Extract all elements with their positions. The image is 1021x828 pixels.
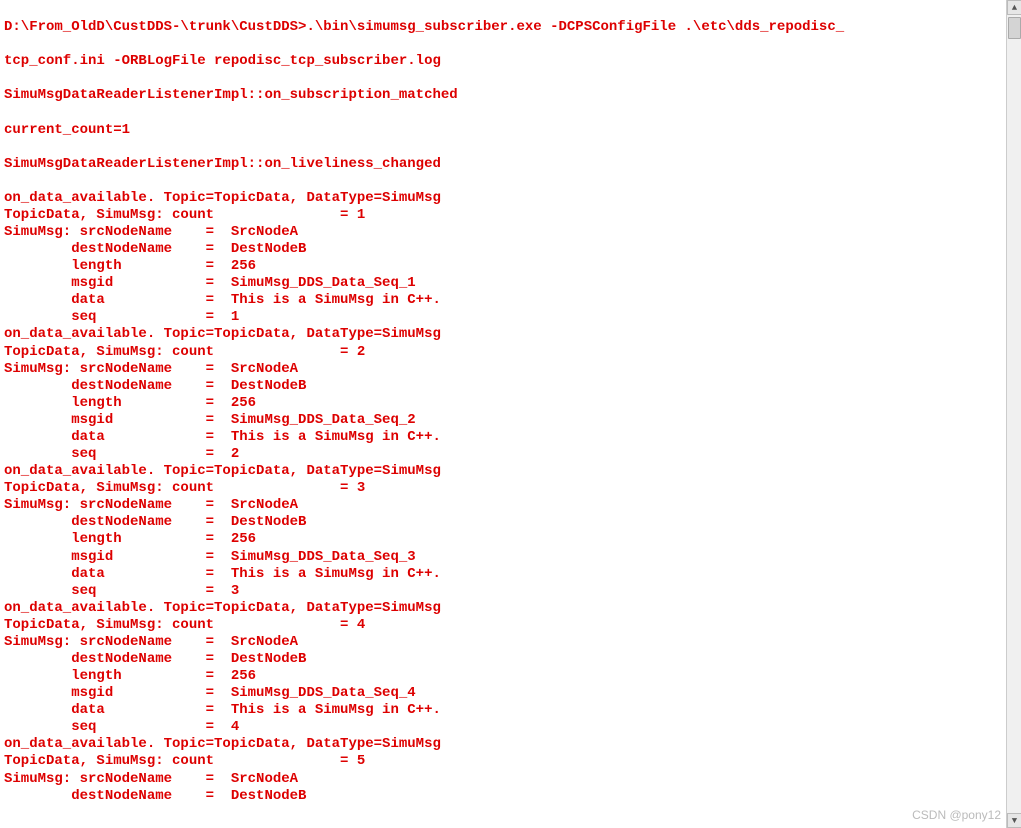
- vertical-scrollbar[interactable]: ▲ ▼: [1006, 0, 1021, 828]
- msg-data: data = This is a SimuMsg in C++.: [4, 292, 1002, 309]
- msg-dest: destNodeName = DestNodeB: [4, 651, 1002, 668]
- msg-data: data = This is a SimuMsg in C++.: [4, 429, 1002, 446]
- msg-msgid: msgid = SimuMsg_DDS_Data_Seq_1: [4, 275, 1002, 292]
- on-data-available: on_data_available. Topic=TopicData, Data…: [4, 600, 1002, 617]
- scroll-up-arrow-icon[interactable]: ▲: [1007, 0, 1021, 15]
- msg-src: SimuMsg: srcNodeName = SrcNodeA: [4, 497, 1002, 514]
- msg-length: length = 256: [4, 668, 1002, 685]
- topic-count: TopicData, SimuMsg: count = 2: [4, 344, 1002, 361]
- topic-count: TopicData, SimuMsg: count = 3: [4, 480, 1002, 497]
- topic-count: TopicData, SimuMsg: count = 4: [4, 617, 1002, 634]
- command-part-1: .\bin\simumsg_subscriber.exe -DCPSConfig…: [306, 19, 844, 35]
- msg-src: SimuMsg: srcNodeName = SrcNodeA: [4, 771, 1002, 788]
- msg-src: SimuMsg: srcNodeName = SrcNodeA: [4, 634, 1002, 651]
- topic-count: TopicData, SimuMsg: count = 1: [4, 207, 1002, 224]
- scroll-down-arrow-icon[interactable]: ▼: [1007, 813, 1021, 828]
- scrollbar-thumb[interactable]: [1008, 17, 1021, 39]
- msg-length: length = 256: [4, 258, 1002, 275]
- msg-seq: seq = 1: [4, 309, 1002, 326]
- topic-count: TopicData, SimuMsg: count = 5: [4, 753, 1002, 770]
- on-data-available: on_data_available. Topic=TopicData, Data…: [4, 463, 1002, 480]
- msg-msgid: msgid = SimuMsg_DDS_Data_Seq_2: [4, 412, 1002, 429]
- current-count: current_count=1: [4, 122, 1002, 139]
- on-data-available: on_data_available. Topic=TopicData, Data…: [4, 736, 1002, 753]
- msg-seq: seq = 2: [4, 446, 1002, 463]
- cmd-line-1: D:\From_OldD\CustDDS-\trunk\CustDDS>.\bi…: [4, 19, 1002, 36]
- msg-dest: destNodeName = DestNodeB: [4, 788, 1002, 805]
- msg-seq: seq = 3: [4, 583, 1002, 600]
- msg-dest: destNodeName = DestNodeB: [4, 514, 1002, 531]
- watermark-text: CSDN @pony12: [912, 808, 1001, 822]
- listener-matched: SimuMsgDataReaderListenerImpl::on_subscr…: [4, 87, 1002, 104]
- msg-length: length = 256: [4, 395, 1002, 412]
- on-data-available: on_data_available. Topic=TopicData, Data…: [4, 326, 1002, 343]
- msg-msgid: msgid = SimuMsg_DDS_Data_Seq_4: [4, 685, 1002, 702]
- prompt: D:\From_OldD\CustDDS-\trunk\CustDDS>: [4, 19, 306, 35]
- msg-msgid: msgid = SimuMsg_DDS_Data_Seq_3: [4, 549, 1002, 566]
- msg-dest: destNodeName = DestNodeB: [4, 378, 1002, 395]
- cmd-line-2: tcp_conf.ini -ORBLogFile repodisc_tcp_su…: [4, 53, 1002, 70]
- msg-dest: destNodeName = DestNodeB: [4, 241, 1002, 258]
- on-data-available: on_data_available. Topic=TopicData, Data…: [4, 190, 1002, 207]
- msg-src: SimuMsg: srcNodeName = SrcNodeA: [4, 361, 1002, 378]
- msg-seq: seq = 4: [4, 719, 1002, 736]
- msg-data: data = This is a SimuMsg in C++.: [4, 702, 1002, 719]
- terminal-output: D:\From_OldD\CustDDS-\trunk\CustDDS>.\bi…: [0, 0, 1006, 828]
- msg-src: SimuMsg: srcNodeName = SrcNodeA: [4, 224, 1002, 241]
- msg-length: length = 256: [4, 531, 1002, 548]
- msg-data: data = This is a SimuMsg in C++.: [4, 566, 1002, 583]
- listener-liveliness: SimuMsgDataReaderListenerImpl::on_liveli…: [4, 156, 1002, 173]
